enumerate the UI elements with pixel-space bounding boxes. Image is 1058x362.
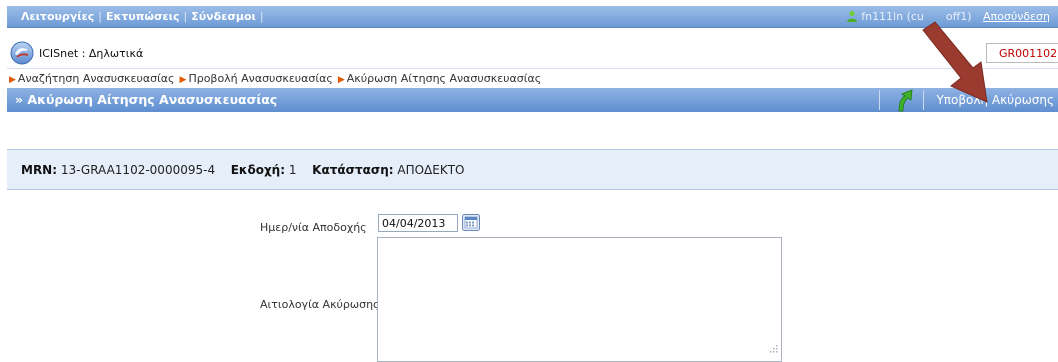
acceptance-date-input[interactable] [378, 214, 458, 232]
mrn-value: 13-GRAA1102-0000095-4 [60, 163, 216, 177]
toolbar-divider [879, 90, 880, 110]
breadcrumb-cancel: Ακύρωση Αίτησης Ανασυσκευασίας [346, 72, 542, 85]
app-bar: ICISnet : Δηλωτικά GR001102) [7, 38, 1058, 69]
breadcrumb: ▶ Αναζήτηση Ανασυσκευασίας ▶ Προβολή Ανασυσ… [9, 72, 541, 85]
user-info: fn111ln (cu off1) Αποσύνδεση [846, 10, 1050, 23]
breadcrumb-arrow-icon: ▶ [337, 75, 345, 85]
status-label: Κατάσταση: [312, 163, 394, 177]
page-title-bar: » Ακύρωση Αίτησης Ανασυσκευασίας Υποβολή… [7, 88, 1058, 112]
username: fn111ln (cu [861, 10, 924, 23]
breadcrumb-arrow-icon: ▶ [179, 75, 187, 85]
top-menu-bar: Λειτουργίες | Εκτυπώσεις | Σύνδεσμοι | fn111l… [7, 6, 1058, 28]
username-suffix: off1) [945, 10, 972, 23]
mrn-label: MRN: [21, 163, 58, 177]
customs-office-code: GR001102) [986, 43, 1058, 63]
menu-separator: | [183, 10, 188, 23]
declaration-info: MRN: 13-GRAA1102-0000095-4 Εκδοχή: 1 Κατ… [21, 163, 465, 177]
declaration-info-bar: MRN: 13-GRAA1102-0000095-4 Εκδοχή: 1 Κατ… [7, 149, 1058, 190]
logout-link[interactable]: Αποσύνδεση [983, 10, 1050, 23]
menu-item-prints[interactable]: Εκτυπώσεις [106, 10, 180, 23]
menu-separator: | [98, 10, 102, 23]
user-icon [847, 10, 858, 22]
status-value: ΑΠΟΔΕΚΤΟ [397, 163, 465, 177]
page-title: » Ακύρωση Αίτησης Ανασυσκευασίας [15, 92, 278, 107]
main-menu: Λειτουργίες | Εκτυπώσεις | Σύνδεσμοι | [21, 10, 268, 23]
version-value: 1 [288, 163, 297, 177]
menu-item-links[interactable]: Σύνδεσμοι [191, 10, 256, 23]
app-name: ICISnet : Δηλωτικά [39, 47, 144, 60]
cancellation-reason-label: Αιτιολογία Ακύρωσης [260, 298, 380, 311]
menu-separator: | [259, 10, 264, 23]
breadcrumb-arrow-icon: ▶ [9, 75, 16, 85]
breadcrumb-search[interactable]: Αναζήτηση Ανασυσκευασίας [18, 72, 175, 85]
breadcrumb-view[interactable]: Προβολή Ανασυσκευασίας [188, 72, 332, 85]
calendar-icon[interactable] [462, 214, 480, 231]
menu-item-functions[interactable]: Λειτουργίες [21, 10, 94, 23]
icisnet-logo-icon[interactable] [10, 41, 34, 65]
toolbar-divider [923, 90, 924, 110]
version-label: Εκδοχή: [230, 163, 286, 177]
resize-grip-icon[interactable] [768, 343, 778, 353]
cancellation-reason-textarea[interactable] [377, 237, 782, 362]
acceptance-date-label: Ημερ/νία Αποδοχής [260, 221, 367, 234]
submit-cancellation-button[interactable]: Υποβολή Ακύρωσης [936, 93, 1054, 107]
up-arrow-icon[interactable] [888, 88, 918, 112]
